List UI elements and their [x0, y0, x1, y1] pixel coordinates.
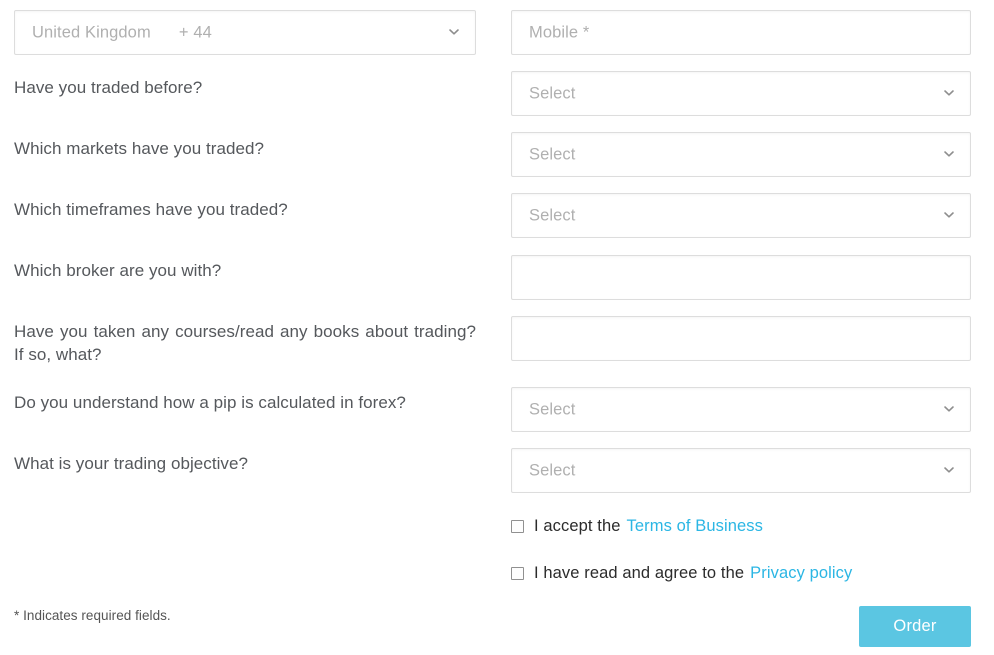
markets-traded-select[interactable]: Select: [511, 132, 971, 177]
question-label-broker: Which broker are you with?: [14, 261, 222, 280]
terms-checkbox[interactable]: [511, 520, 524, 533]
terms-consent-row[interactable]: I accept the Terms of Business: [511, 517, 763, 536]
privacy-checkbox[interactable]: [511, 567, 524, 580]
trading-objective-value: Select: [529, 461, 576, 479]
privacy-consent-label: I have read and agree to the: [534, 564, 745, 582]
question-label-courses-books: Have you taken any courses/read any book…: [14, 320, 476, 366]
chevron-down-icon: [943, 402, 955, 414]
broker-input[interactable]: [511, 255, 971, 300]
country-code-value: United Kingdom + 44: [32, 23, 212, 41]
chevron-down-icon: [943, 463, 955, 475]
pip-calculation-select[interactable]: Select: [511, 387, 971, 432]
chevron-down-icon: [943, 147, 955, 159]
terms-consent-label: I accept the: [534, 517, 621, 535]
question-label-traded-before: Have you traded before?: [14, 78, 203, 97]
order-button[interactable]: Order: [859, 606, 971, 647]
question-label-trading-objective: What is your trading objective?: [14, 454, 248, 473]
terms-of-business-link[interactable]: Terms of Business: [627, 517, 764, 536]
trading-objective-select[interactable]: Select: [511, 448, 971, 493]
order-form-page: United Kingdom + 44 Have you traded befo…: [0, 0, 994, 655]
required-fields-note: * Indicates required fields.: [14, 608, 171, 623]
mobile-placeholder: Mobile *: [529, 23, 590, 41]
privacy-policy-link[interactable]: Privacy policy: [750, 564, 852, 583]
privacy-consent-row[interactable]: I have read and agree to the Privacy pol…: [511, 564, 852, 583]
pip-calculation-value: Select: [529, 400, 576, 418]
country-code-select[interactable]: United Kingdom + 44: [14, 10, 476, 55]
question-label-pip-calculation: Do you understand how a pip is calculate…: [14, 393, 406, 412]
chevron-down-icon: [943, 208, 955, 220]
traded-before-value: Select: [529, 84, 576, 102]
question-label-courses-books-text: Have you taken any courses/read any book…: [14, 322, 476, 364]
mobile-input[interactable]: Mobile *: [511, 10, 971, 55]
chevron-down-icon: [448, 25, 460, 37]
markets-traded-value: Select: [529, 145, 576, 163]
traded-before-select[interactable]: Select: [511, 71, 971, 116]
timeframes-traded-select[interactable]: Select: [511, 193, 971, 238]
timeframes-traded-value: Select: [529, 206, 576, 224]
question-label-timeframes-traded: Which timeframes have you traded?: [14, 200, 288, 219]
courses-books-input[interactable]: [511, 316, 971, 361]
chevron-down-icon: [943, 86, 955, 98]
question-label-markets-traded: Which markets have you traded?: [14, 139, 265, 158]
